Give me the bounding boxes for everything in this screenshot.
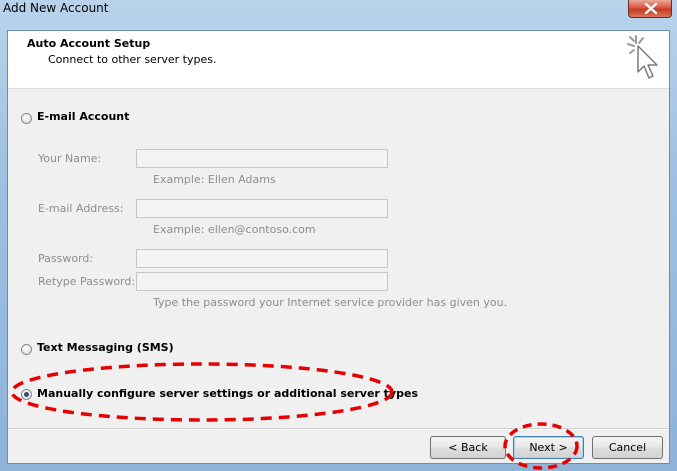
email-account-radio[interactable] xyxy=(21,113,32,124)
close-icon xyxy=(644,3,658,14)
add-new-account-window: Add New Account Auto Account Setup Conne… xyxy=(0,0,677,471)
retype-password-input[interactable] xyxy=(136,272,388,291)
text-messaging-radio[interactable] xyxy=(21,344,32,355)
password-input[interactable] xyxy=(136,249,388,268)
manual-config-label[interactable]: Manually configure server settings or ad… xyxy=(37,387,418,400)
email-address-label: E-mail Address: xyxy=(38,202,124,215)
close-button[interactable] xyxy=(628,0,672,18)
back-button[interactable]: < Back xyxy=(430,436,506,459)
window-title: Add New Account xyxy=(3,1,109,15)
wizard-dialog: Auto Account Setup Connect to other serv… xyxy=(7,30,670,464)
wizard-cursor-icon xyxy=(627,35,658,79)
footer-divider xyxy=(8,428,669,430)
retype-password-label: Retype Password: xyxy=(38,275,136,288)
your-name-example: Example: Ellen Adams xyxy=(153,173,276,186)
manual-config-radio[interactable] xyxy=(21,389,32,400)
email-address-input[interactable] xyxy=(136,199,388,218)
wizard-header: Auto Account Setup Connect to other serv… xyxy=(8,31,669,89)
page-title: Auto Account Setup xyxy=(27,37,151,50)
next-button[interactable]: Next > xyxy=(513,436,584,459)
cancel-button[interactable]: Cancel xyxy=(592,436,663,459)
wizard-content: E-mail Account Your Name: Example: Ellen… xyxy=(8,89,669,429)
title-bar[interactable]: Add New Account xyxy=(0,0,677,20)
password-hint: Type the password your Internet service … xyxy=(153,296,508,309)
your-name-input[interactable] xyxy=(136,149,388,168)
password-label: Password: xyxy=(38,252,94,265)
email-account-label[interactable]: E-mail Account xyxy=(37,110,129,123)
text-messaging-label[interactable]: Text Messaging (SMS) xyxy=(37,341,174,354)
email-address-example: Example: ellen@contoso.com xyxy=(153,223,316,236)
page-subtitle: Connect to other server types. xyxy=(48,53,217,66)
your-name-label: Your Name: xyxy=(38,152,102,165)
